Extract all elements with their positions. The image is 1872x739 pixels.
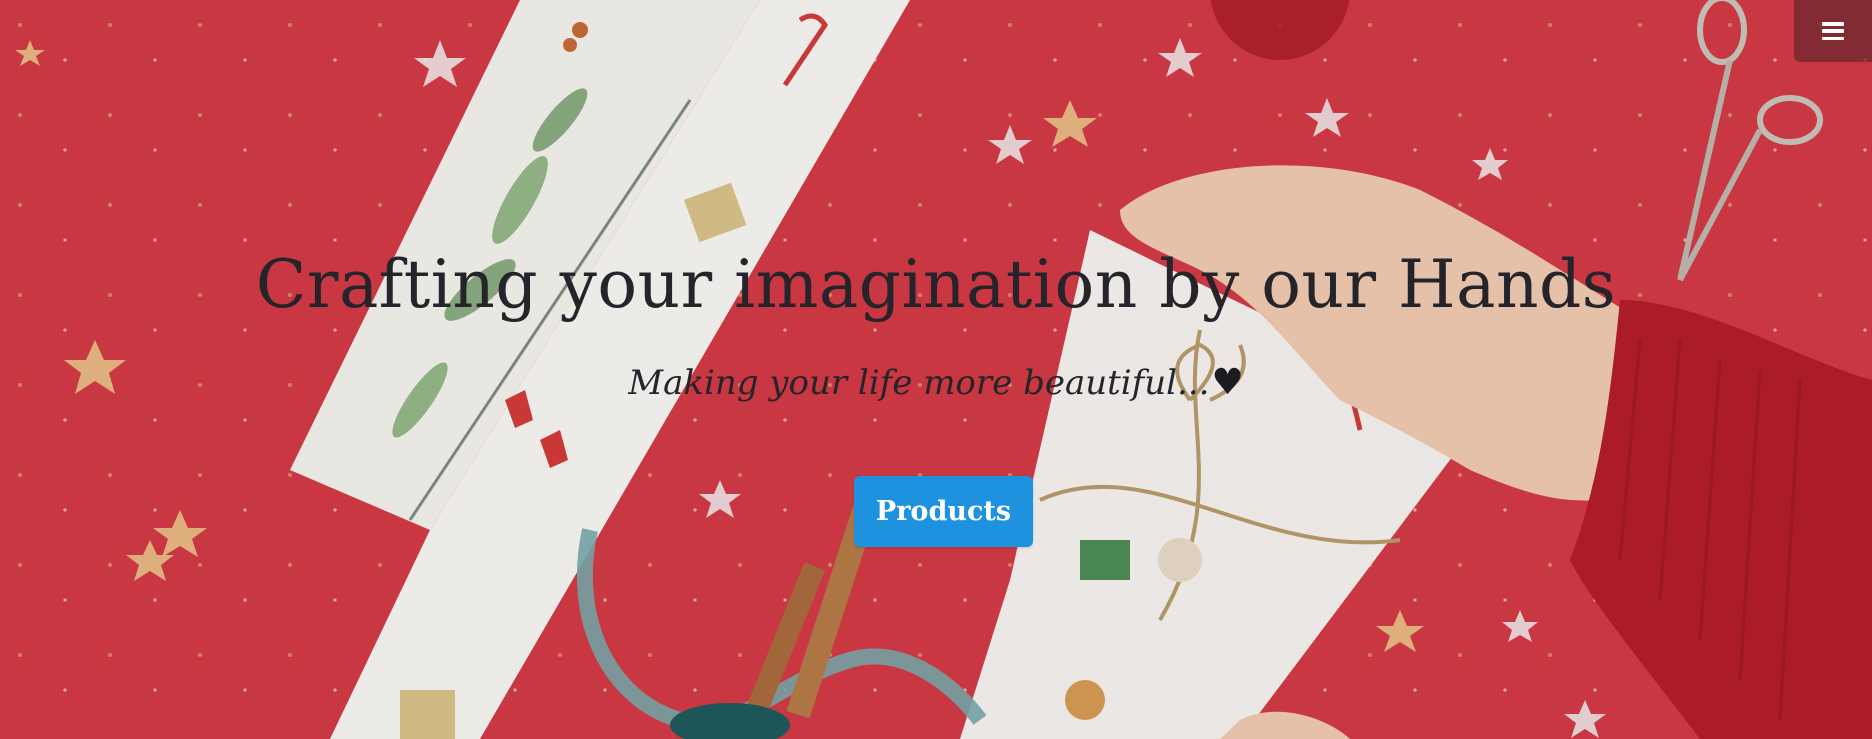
menu-toggle-button[interactable] (1794, 0, 1872, 62)
hero-subtitle-text: Making your life more beautiful... (628, 363, 1210, 403)
products-button[interactable]: Products (854, 476, 1033, 547)
hero-subtitle: Making your life more beautiful...♥ (0, 365, 1872, 401)
hero-section: Crafting your imagination by our Hands M… (0, 0, 1872, 739)
hamburger-menu-icon (1822, 22, 1844, 40)
heart-icon: ♥ (1211, 362, 1244, 403)
hero-title: Crafting your imagination by our Hands (255, 246, 1617, 323)
